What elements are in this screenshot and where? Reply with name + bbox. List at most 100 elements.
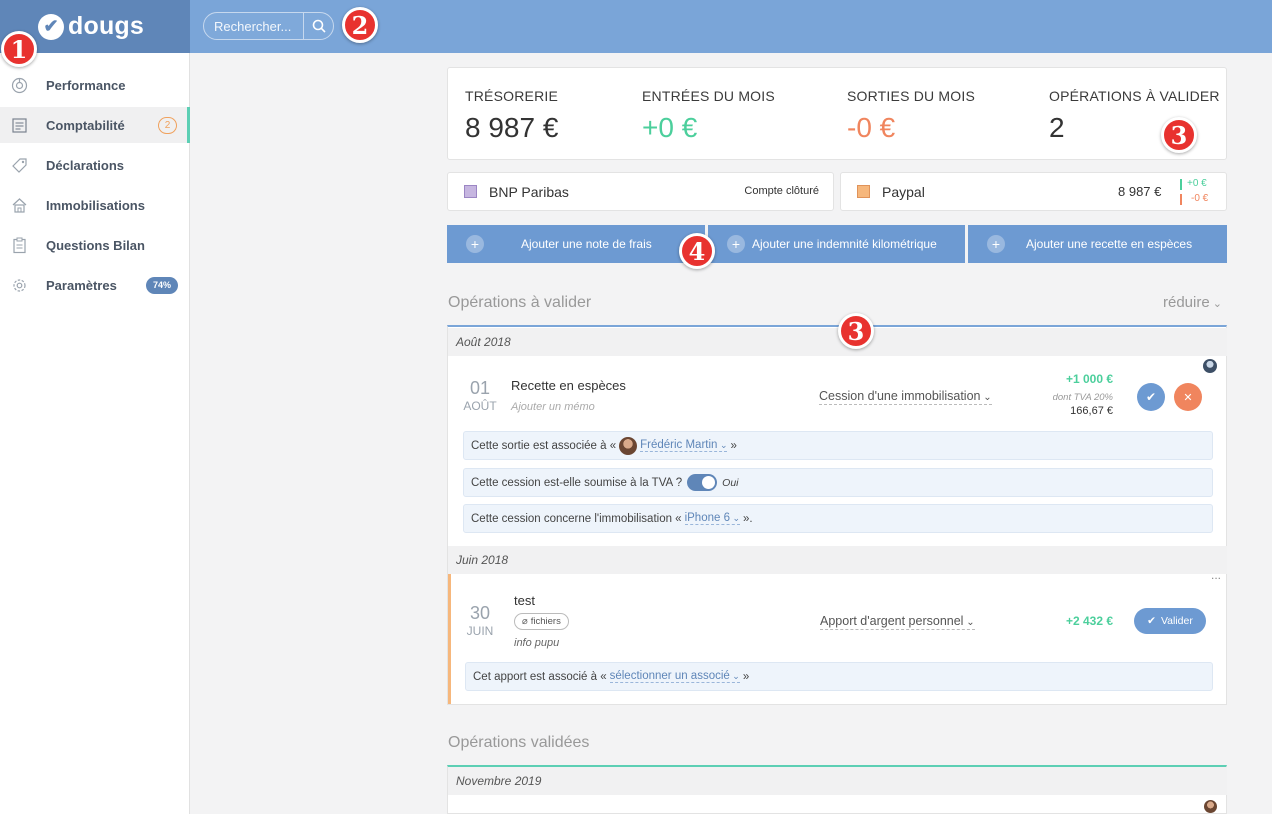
progress-badge: 74% [146, 276, 178, 294]
associate-name: Frédéric Martin [640, 439, 718, 451]
add-mileage-allowance-button[interactable]: + Ajouter une indemnité kilométrique [708, 225, 965, 263]
performance-icon [10, 76, 28, 94]
plus-icon: + [987, 235, 1005, 253]
annotation-marker: 3 [1161, 117, 1197, 153]
reject-button[interactable]: ✕ [1174, 383, 1202, 411]
pending-section-title: Opérations à valider [448, 294, 592, 311]
plus-icon: + [727, 235, 745, 253]
account-color-swatch [857, 185, 870, 198]
annotation-marker: 2 [342, 7, 378, 43]
memo-text[interactable]: info pupu [514, 637, 559, 649]
button-label: Ajouter une indemnité kilométrique [752, 237, 937, 251]
chevron-down-icon: ⌄ [717, 440, 728, 450]
asset-suffix: ». [743, 512, 753, 525]
search-icon [312, 19, 326, 33]
account-color-swatch [464, 185, 477, 198]
tag-icon [10, 156, 28, 174]
associate-dropdown[interactable]: sélectionner un associé ⌄ [609, 670, 740, 683]
avatar [619, 436, 638, 455]
memo-input[interactable]: Ajouter un mémo [511, 401, 595, 413]
kpi-card: TRÉSORERIE 8 987 € ENTRÉES DU MOIS +0 € … [447, 67, 1227, 160]
operation-title: Recette en espèces [511, 378, 626, 393]
associate-dropdown[interactable]: Frédéric Martin ⌄ [640, 439, 728, 452]
category-dropdown[interactable]: Apport d'argent personnel ⌄ [820, 614, 975, 630]
annotation-marker: 4 [679, 233, 715, 269]
vat-toggle[interactable] [687, 474, 718, 491]
sidebar-item-label: Paramètres [46, 277, 117, 293]
category-dropdown[interactable]: Cession d'une immobilisation ⌄ [819, 389, 992, 405]
files-label: fichiers [530, 616, 561, 627]
sidebar-item-immobilisations[interactable]: Immobilisations [0, 187, 190, 223]
operation-title: test [514, 593, 535, 608]
account-name: Paypal [882, 184, 925, 200]
association-prefix: Cet apport est associé à « [473, 670, 607, 683]
validate-button[interactable]: ✔ Valider [1134, 608, 1206, 634]
search-box [203, 12, 334, 40]
sidebar-item-declarations[interactable]: Déclarations [0, 147, 190, 183]
operation-month: JUIN [466, 624, 494, 638]
add-expense-note-button[interactable]: + Ajouter une note de frais [447, 225, 705, 263]
files-button[interactable]: ⌀ fichiers [514, 613, 569, 630]
avatar [1204, 800, 1217, 813]
sidebar-item-label: Comptabilité [46, 117, 125, 133]
validate-button[interactable]: ✔ [1137, 383, 1165, 411]
more-menu-button[interactable]: ... [1211, 568, 1221, 582]
account-out: -0 € [1191, 193, 1209, 204]
operation-amount: +2 432 € [1065, 614, 1113, 628]
operations-value: 2 [1049, 112, 1065, 143]
button-label: Ajouter une recette en espèces [1026, 237, 1193, 251]
association-row: Cet apport est associé à « sélectionner … [465, 662, 1213, 691]
annotation-marker: 3 [838, 313, 874, 349]
association-prefix: Cette sortie est associée à « [471, 439, 617, 452]
check-icon: ✔ [1145, 390, 1157, 404]
gear-icon [10, 276, 28, 294]
search-button[interactable] [303, 13, 333, 39]
operation-day: 01 [469, 378, 491, 398]
collapse-label: réduire [1163, 294, 1210, 311]
close-icon: ✕ [1183, 391, 1193, 404]
divider [1180, 179, 1182, 190]
chevron-down-icon: ⌄ [980, 392, 992, 403]
avatar [1203, 359, 1217, 373]
sidebar-item-comptabilite[interactable]: Comptabilité 2 [0, 107, 190, 143]
account-in: +0 € [1187, 178, 1207, 189]
sidebar-item-label: Déclarations [46, 157, 125, 173]
sidebar-item-performance[interactable]: Performance [0, 67, 190, 103]
asset-prefix: Cette cession concerne l'immobilisation … [471, 512, 682, 525]
sidebar-item-label: Performance [46, 77, 126, 93]
sidebar-item-label: Immobilisations [46, 197, 145, 213]
plus-icon: + [466, 235, 484, 253]
account-card-bnp[interactable]: BNP Paribas Compte clôturé [447, 172, 834, 211]
vat-question-row: Cette cession est-elle soumise à la TVA … [463, 468, 1213, 497]
tresorerie-value: 8 987 € [465, 112, 559, 143]
account-card-paypal[interactable]: Paypal 8 987 € +0 € -0 € [840, 172, 1227, 211]
sorties-label: SORTIES DU MOIS [847, 88, 975, 104]
month-header: Novembre 2019 [448, 767, 1227, 795]
sidebar-item-label: Questions Bilan [46, 237, 145, 253]
button-label: Ajouter une note de frais [521, 237, 652, 251]
operations-label: OPÉRATIONS À VALIDER [1049, 88, 1220, 104]
collapse-link[interactable]: réduire ⌄ [1163, 294, 1222, 311]
document-icon [10, 116, 28, 134]
asset-dropdown[interactable]: iPhone 6 ⌄ [684, 512, 741, 525]
check-icon: ✔ [1147, 615, 1156, 627]
sorties-value: -0 € [847, 112, 896, 143]
annotation-marker: 1 [1, 31, 37, 67]
search-input[interactable] [204, 18, 303, 34]
operation-amount: +1 000 € [1065, 372, 1113, 386]
add-cash-receipt-button[interactable]: + Ajouter une recette en espèces [968, 225, 1227, 263]
asset-row: Cette cession concerne l'immobilisation … [463, 504, 1213, 533]
validate-label: Valider [1160, 615, 1193, 627]
category-label: Cession d'une immobilisation [819, 389, 981, 403]
sidebar-item-questions-bilan[interactable]: Questions Bilan [0, 227, 190, 263]
entrees-label: ENTRÉES DU MOIS [642, 88, 775, 104]
chevron-down-icon: ⌄ [963, 617, 975, 628]
tresorerie-label: TRÉSORERIE [465, 88, 559, 104]
top-bar: ✔ dougs [0, 0, 1272, 53]
paperclip-icon: ⌀ [522, 616, 528, 627]
sidebar-item-parametres[interactable]: Paramètres 74% [0, 267, 190, 303]
asset-name: iPhone 6 [684, 512, 730, 524]
checkmark-icon: ✔ [38, 13, 64, 40]
building-icon [10, 196, 28, 214]
vat-label: dont TVA 20% [1052, 392, 1113, 403]
